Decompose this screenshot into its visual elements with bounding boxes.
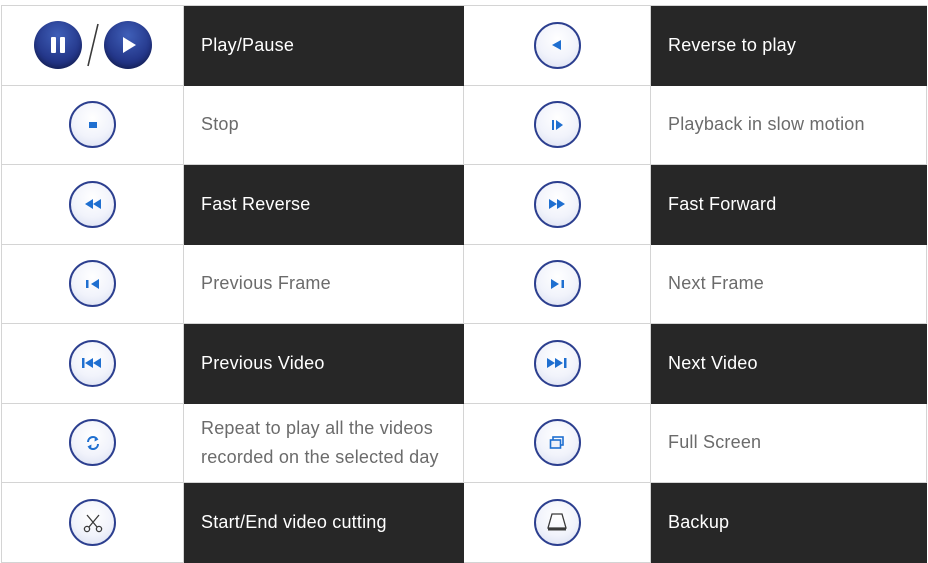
icon-cell-full-screen: [464, 403, 651, 483]
fast-forward-icon[interactable]: [533, 180, 581, 228]
label-reverse-play: Reverse to play: [651, 6, 927, 86]
label-fast-forward: Fast Forward: [651, 165, 927, 245]
scissors-icon[interactable]: [69, 498, 116, 546]
slash-divider-icon: [86, 24, 99, 67]
icon-cell-previous-video: [2, 324, 184, 404]
playback-controls-table: Play/Pause Reverse to play Stop Playback…: [1, 5, 927, 563]
icon-cell-play-pause: [2, 6, 184, 86]
label-scissors: Start/End video cutting: [184, 483, 464, 563]
previous-video-icon[interactable]: [69, 339, 116, 387]
label-next-frame: Next Frame: [651, 244, 927, 324]
icon-cell-fast-reverse: [2, 165, 184, 245]
full-screen-icon[interactable]: [533, 419, 581, 467]
reverse-play-icon[interactable]: [533, 21, 581, 69]
previous-frame-icon[interactable]: [69, 260, 116, 308]
next-frame-icon[interactable]: [533, 260, 581, 308]
icon-cell-repeat: [2, 403, 184, 483]
label-play-pause: Play/Pause: [184, 6, 464, 86]
label-next-video: Next Video: [651, 324, 927, 404]
label-previous-video: Previous Video: [184, 324, 464, 404]
play-pause-icon[interactable]: [33, 20, 152, 70]
icon-cell-next-frame: [464, 244, 651, 324]
label-previous-frame: Previous Frame: [184, 244, 464, 324]
icon-cell-backup: [464, 483, 651, 563]
label-slow-motion: Playback in slow motion: [651, 85, 927, 165]
label-backup: Backup: [651, 483, 927, 563]
repeat-icon[interactable]: [69, 419, 116, 467]
backup-icon[interactable]: [533, 498, 581, 546]
icon-cell-slow-motion: [464, 85, 651, 165]
stop-icon[interactable]: [69, 101, 116, 149]
label-full-screen: Full Screen: [651, 403, 927, 483]
icon-cell-stop: [2, 85, 184, 165]
label-stop: Stop: [184, 85, 464, 165]
icon-cell-next-video: [464, 324, 651, 404]
icon-cell-previous-frame: [2, 244, 184, 324]
label-fast-reverse: Fast Reverse: [184, 165, 464, 245]
icon-cell-reverse-play: [464, 6, 651, 86]
slow-motion-icon[interactable]: [533, 101, 581, 149]
pause-icon[interactable]: [33, 21, 82, 70]
play-icon[interactable]: [103, 21, 152, 70]
fast-reverse-icon[interactable]: [69, 180, 116, 228]
icon-cell-scissors: [2, 483, 184, 563]
label-repeat: Repeat to play all the videos recorded o…: [184, 403, 464, 483]
next-video-icon[interactable]: [533, 339, 581, 387]
icon-cell-fast-forward: [464, 165, 651, 245]
